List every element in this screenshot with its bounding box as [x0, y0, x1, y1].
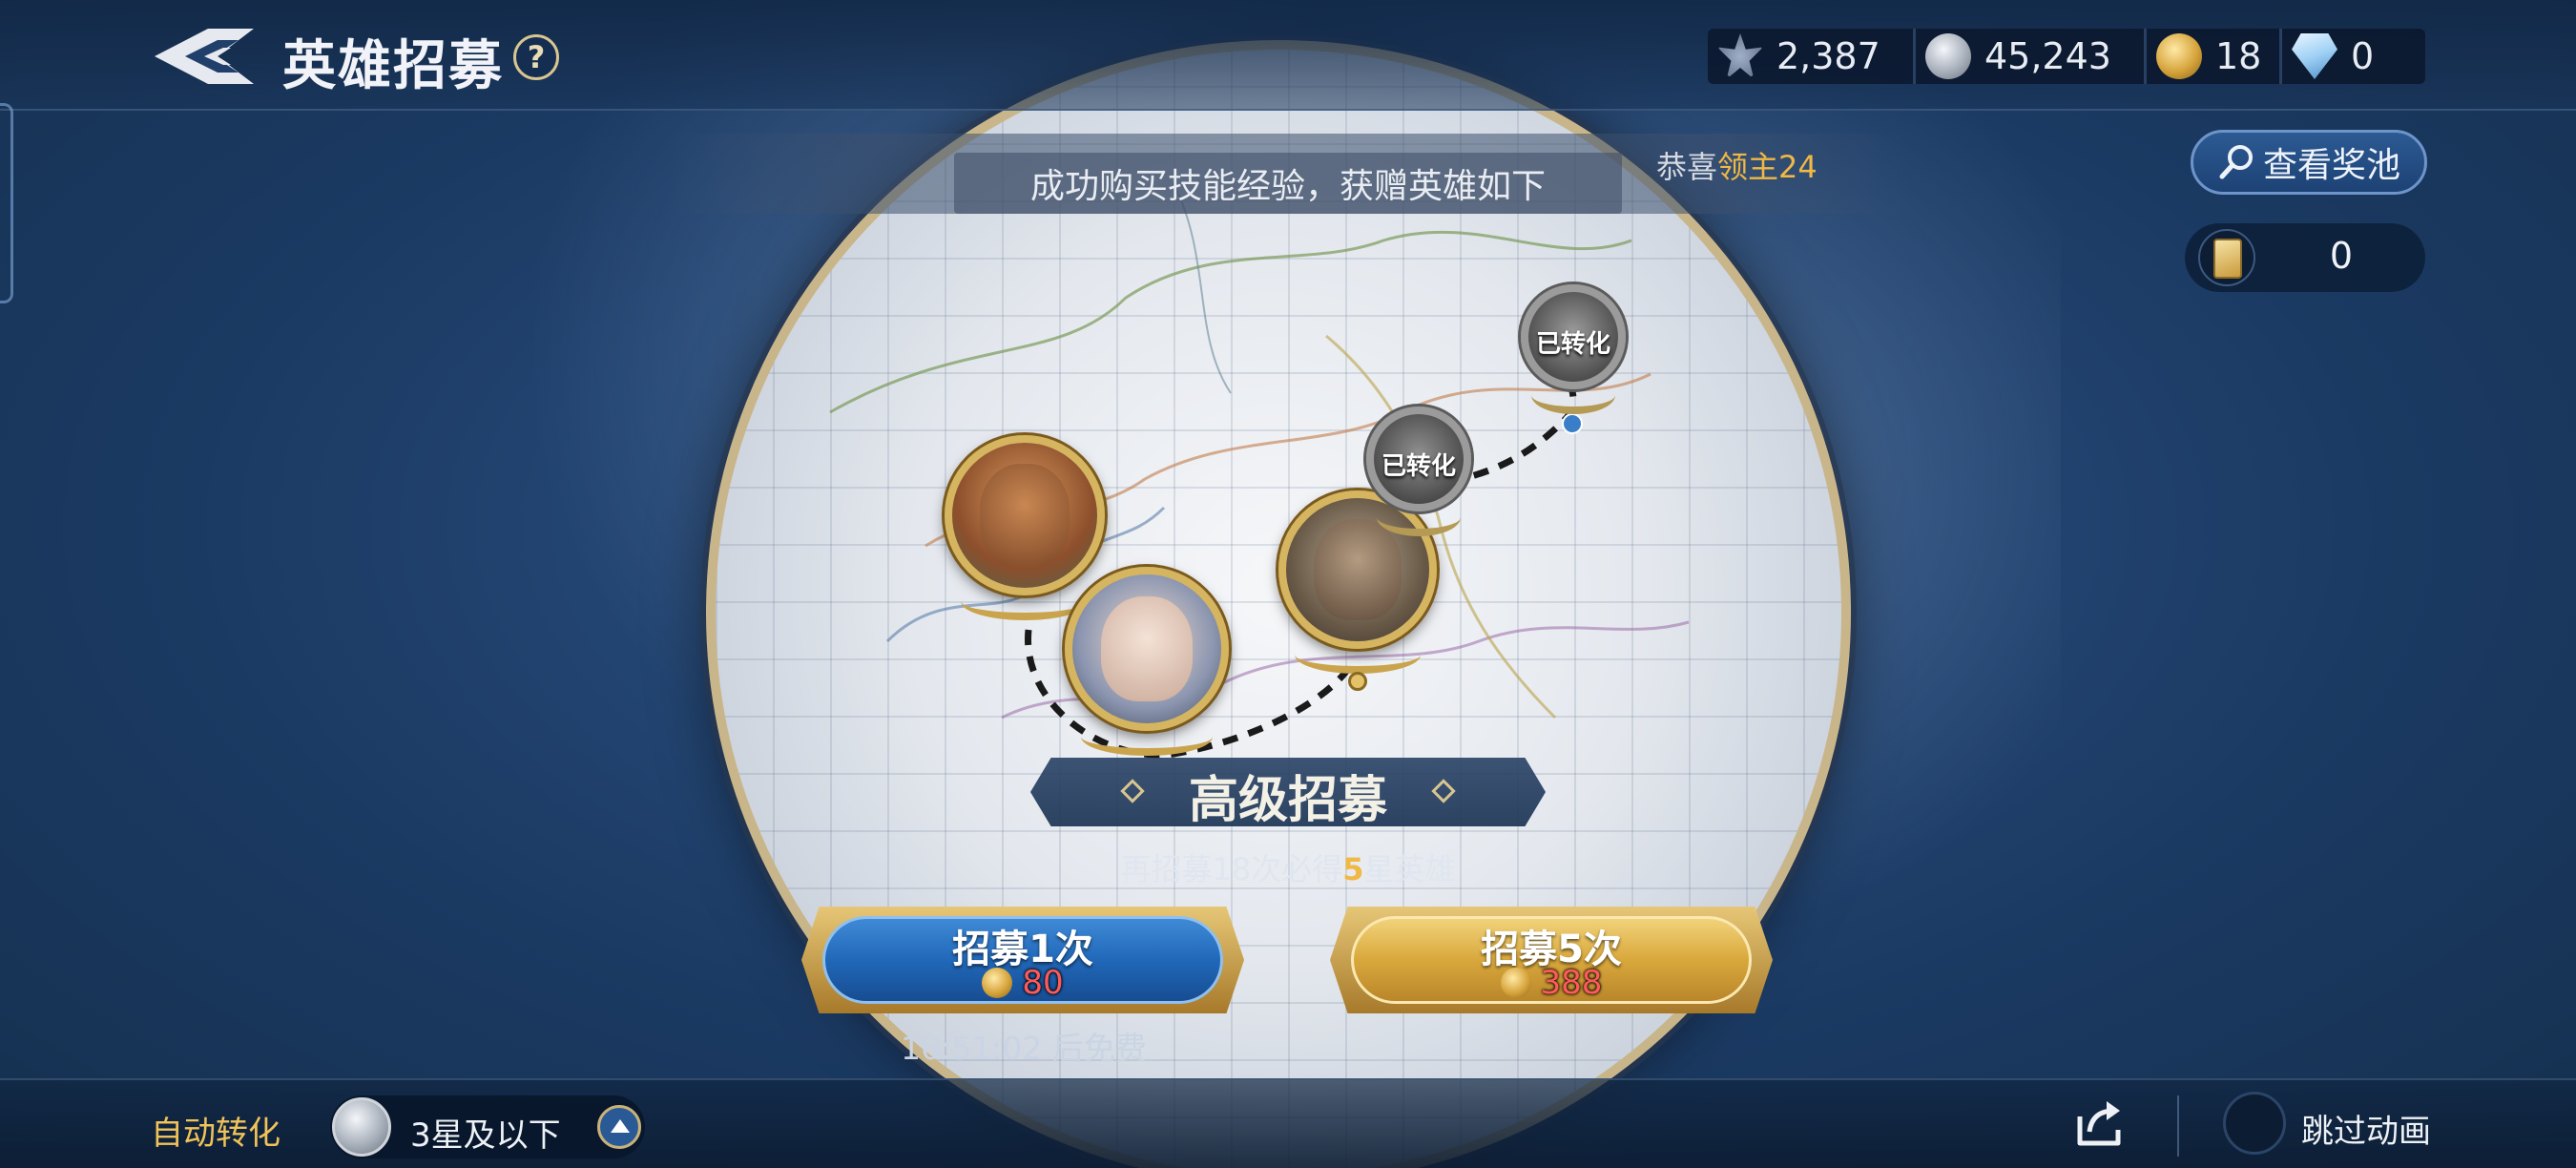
recruit-ticket-counter: 0	[2185, 223, 2425, 292]
ticket-count: 0	[2329, 235, 2354, 277]
hero-portrait-warrior[interactable]	[945, 435, 1105, 620]
banner-congrats: 恭喜领主24	[1656, 143, 1818, 187]
hero-frame	[945, 435, 1105, 595]
gold-coin-icon	[2156, 33, 2202, 79]
might-icon	[1717, 33, 1763, 79]
gold-value: 18	[2215, 35, 2262, 77]
cost-value: 388	[1540, 964, 1603, 1002]
side-drawer-handle[interactable]	[0, 103, 13, 303]
free-recruit-timer: 10:51:02 后免费	[901, 1030, 1147, 1067]
skip-animation-toggle[interactable]	[2223, 1092, 2286, 1155]
recruit-five-button[interactable]: 招募5次 388	[1330, 907, 1773, 1013]
currency-bar: 2,387 45,243 18 0	[1708, 29, 2425, 84]
currency-gold: 18	[2147, 29, 2282, 84]
map-pin-icon	[1348, 672, 1367, 691]
laurel-icon	[1294, 636, 1422, 674]
recruit-once-button[interactable]: 招募1次 80	[801, 907, 1244, 1013]
laurel-icon	[1081, 718, 1213, 756]
magnifier-icon	[2219, 145, 2253, 179]
hero-portrait-converted-1[interactable]: 已转化	[1366, 407, 1471, 536]
silver-coin-icon	[1925, 33, 1971, 79]
hero-portrait-lady[interactable]	[1065, 567, 1229, 756]
silver-value: 45,243	[1984, 35, 2111, 77]
currency-silver: 45,243	[1916, 29, 2147, 84]
page-title: 英雄招募	[282, 34, 504, 97]
laurel-icon	[1377, 498, 1461, 536]
filter-value: 3星及以下	[410, 1116, 561, 1155]
converted-label: 已转化	[1381, 451, 1456, 481]
help-button[interactable]: ?	[513, 34, 559, 80]
view-pool-label: 查看奖池	[2262, 146, 2400, 185]
laurel-icon	[1531, 376, 1615, 414]
banner-message: 成功购买技能经验，获赠英雄如下	[954, 153, 1622, 214]
auto-convert-filter[interactable]: 3星及以下	[330, 1095, 645, 1158]
diamond-value: 0	[2351, 35, 2375, 77]
recruit-title: 高级招募	[1188, 771, 1387, 829]
diamond-icon	[2292, 33, 2337, 79]
back-arrow-icon[interactable]	[151, 25, 258, 88]
recruit-screen: 英雄招募 ? 2,387 45,243 18 0 成功购买技能经验，获赠英雄如下…	[0, 0, 2576, 1168]
skip-animation-label: 跳过动画	[2301, 1113, 2431, 1151]
pity-star: 5	[1342, 851, 1364, 887]
recruit-five-cost: 388	[1330, 964, 1773, 1002]
recruit-once-cost: 80	[801, 964, 1244, 1002]
congrats-prefix: 恭喜	[1656, 149, 1718, 185]
currency-diamond: 0	[2282, 29, 2425, 84]
view-pool-button[interactable]: 查看奖池	[2191, 130, 2427, 195]
divider	[2177, 1095, 2179, 1157]
pity-suffix: 星英雄	[1363, 851, 1456, 887]
might-value: 2,387	[1776, 35, 1880, 77]
currency-might: 2,387	[1708, 29, 1916, 84]
silver-coin-icon	[332, 1097, 391, 1157]
recruit-ticket-icon	[2198, 229, 2255, 286]
pity-counter: 再招募18次必得5星英雄	[1049, 845, 1527, 889]
gold-coin-icon	[1500, 968, 1531, 998]
cost-value: 80	[1022, 964, 1064, 1002]
pity-prefix: 再招募18次必得	[1120, 851, 1343, 887]
chevron-up-icon[interactable]	[597, 1105, 641, 1149]
gold-coin-icon	[982, 968, 1013, 998]
hero-portrait-converted-2[interactable]: 已转化	[1521, 284, 1626, 414]
laurel-icon	[960, 582, 1090, 620]
share-icon[interactable]	[2074, 1095, 2128, 1149]
auto-convert-label: 自动转化	[151, 1115, 280, 1153]
converted-label: 已转化	[1535, 329, 1610, 359]
player-name: 领主24	[1717, 149, 1818, 185]
hero-frame	[1065, 567, 1229, 731]
